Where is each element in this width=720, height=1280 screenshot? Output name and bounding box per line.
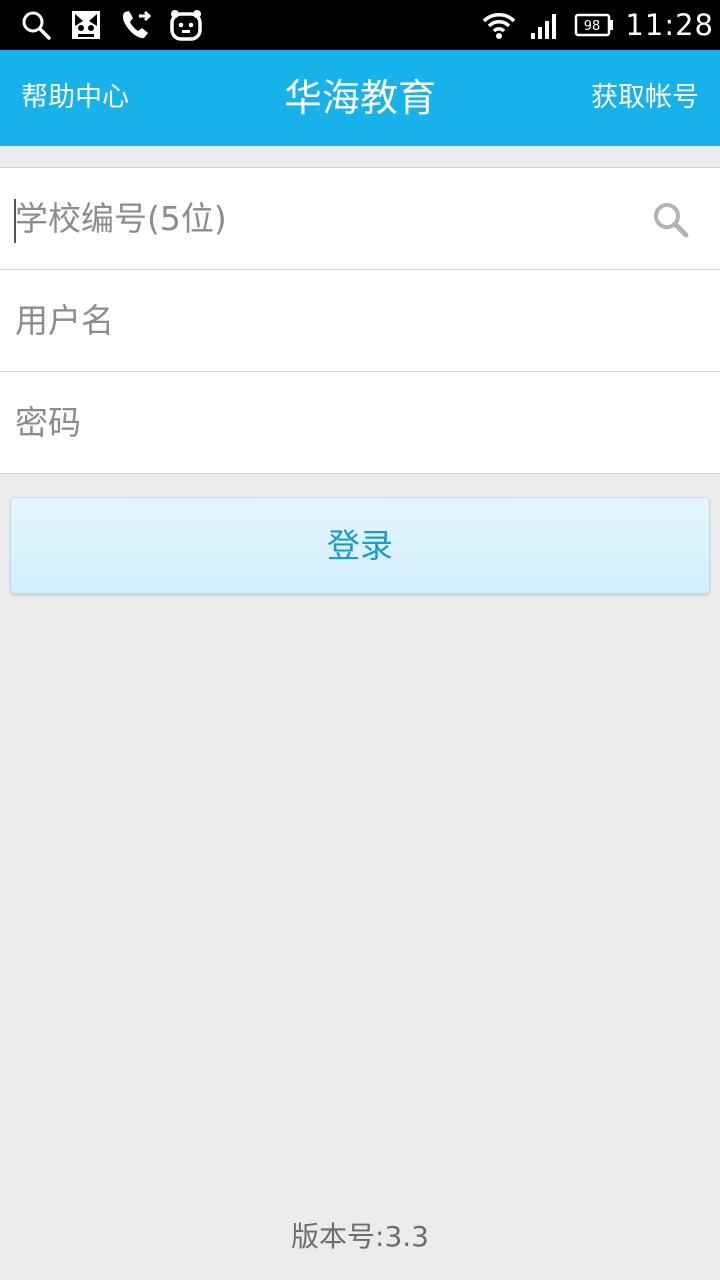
signal-icon xyxy=(527,7,563,43)
login-form xyxy=(0,167,720,474)
battery-icon: 98 xyxy=(573,7,615,43)
search-icon xyxy=(18,7,54,43)
get-account-link[interactable]: 获取帐号 xyxy=(591,50,699,146)
password-row xyxy=(0,372,720,474)
login-button[interactable]: 登录 xyxy=(10,497,710,594)
search-icon[interactable] xyxy=(652,201,690,239)
cat-icon xyxy=(68,7,104,43)
status-bar: 98 11:28 xyxy=(0,0,720,50)
wifi-icon xyxy=(481,7,517,43)
battery-level: 98 xyxy=(584,19,601,34)
phone-forward-icon xyxy=(118,7,154,43)
password-input[interactable] xyxy=(0,372,720,473)
version-label: 版本号:3.3 xyxy=(291,1220,429,1253)
school-id-input[interactable] xyxy=(0,168,720,269)
username-row xyxy=(0,270,720,372)
bear-icon xyxy=(168,7,204,43)
clock: 11:28 xyxy=(625,8,714,42)
text-cursor xyxy=(14,199,16,243)
status-bar-notifications xyxy=(18,6,204,44)
username-input[interactable] xyxy=(0,270,720,371)
school-id-row xyxy=(0,168,720,270)
status-bar-system: 98 11:28 xyxy=(481,6,714,44)
app-bar: 帮助中心 华海教育 获取帐号 xyxy=(0,50,720,146)
